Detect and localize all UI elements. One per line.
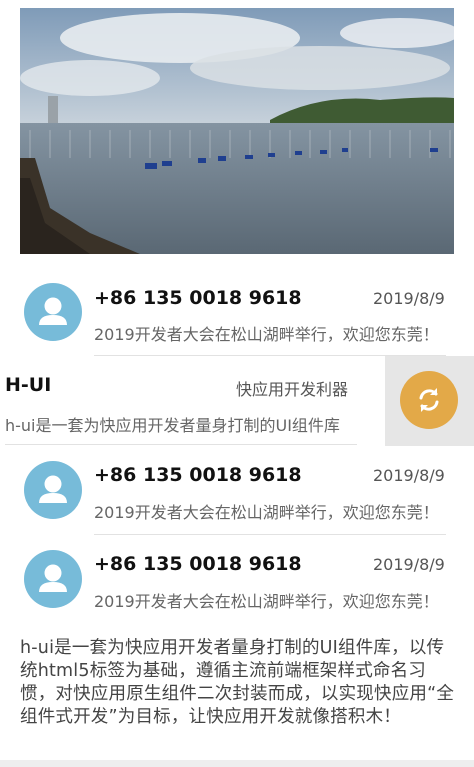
user-icon [39,475,67,503]
refresh-button[interactable] [400,371,458,429]
refresh-icon [419,388,439,412]
message-snippet: 2019开发者大会在松山湖畔举行，欢迎您东莞！ [94,592,439,611]
date: 2019/8/9 [373,289,445,308]
user-icon [39,297,67,325]
swipe-action-panel [385,356,474,446]
hero-image [20,8,454,254]
date: 2019/8/9 [373,555,445,574]
phone-number: +86 135 0018 9618 [94,287,302,309]
phone-number: +86 135 0018 9618 [94,553,302,575]
list-item[interactable]: +86 135 0018 9618 2019/8/9 2019开发者大会在松山湖… [0,446,474,535]
list-item[interactable]: +86 135 0018 9618 2019/8/9 2019开发者大会在松山湖… [0,535,474,625]
avatar [24,550,82,608]
divider [5,444,357,445]
item-tag: 快应用开发利器 [236,380,349,399]
avatar [24,283,82,341]
swipe-list-item[interactable]: H-UI 快应用开发利器 h-ui是一套为快应用开发者量身打制的UI组件库 [0,356,474,446]
bottom-bar [0,760,474,767]
intro-paragraph: h-ui是一套为快应用开发者量身打制的UI组件库，以传统html5标签为基础，遵… [20,638,455,727]
landscape-photo [20,8,454,254]
message-snippet: 2019开发者大会在松山湖畔举行，欢迎您东莞！ [94,503,439,522]
item-title: H-UI [5,374,52,396]
phone-number: +86 135 0018 9618 [94,464,302,486]
message-snippet: 2019开发者大会在松山湖畔举行，欢迎您东莞！ [94,325,439,344]
item-description: h-ui是一套为快应用开发者量身打制的UI组件库 [5,416,340,435]
avatar [24,461,82,519]
date: 2019/8/9 [373,466,445,485]
user-icon [39,564,67,592]
list-item[interactable]: +86 135 0018 9618 2019/8/9 2019开发者大会在松山湖… [0,272,474,356]
